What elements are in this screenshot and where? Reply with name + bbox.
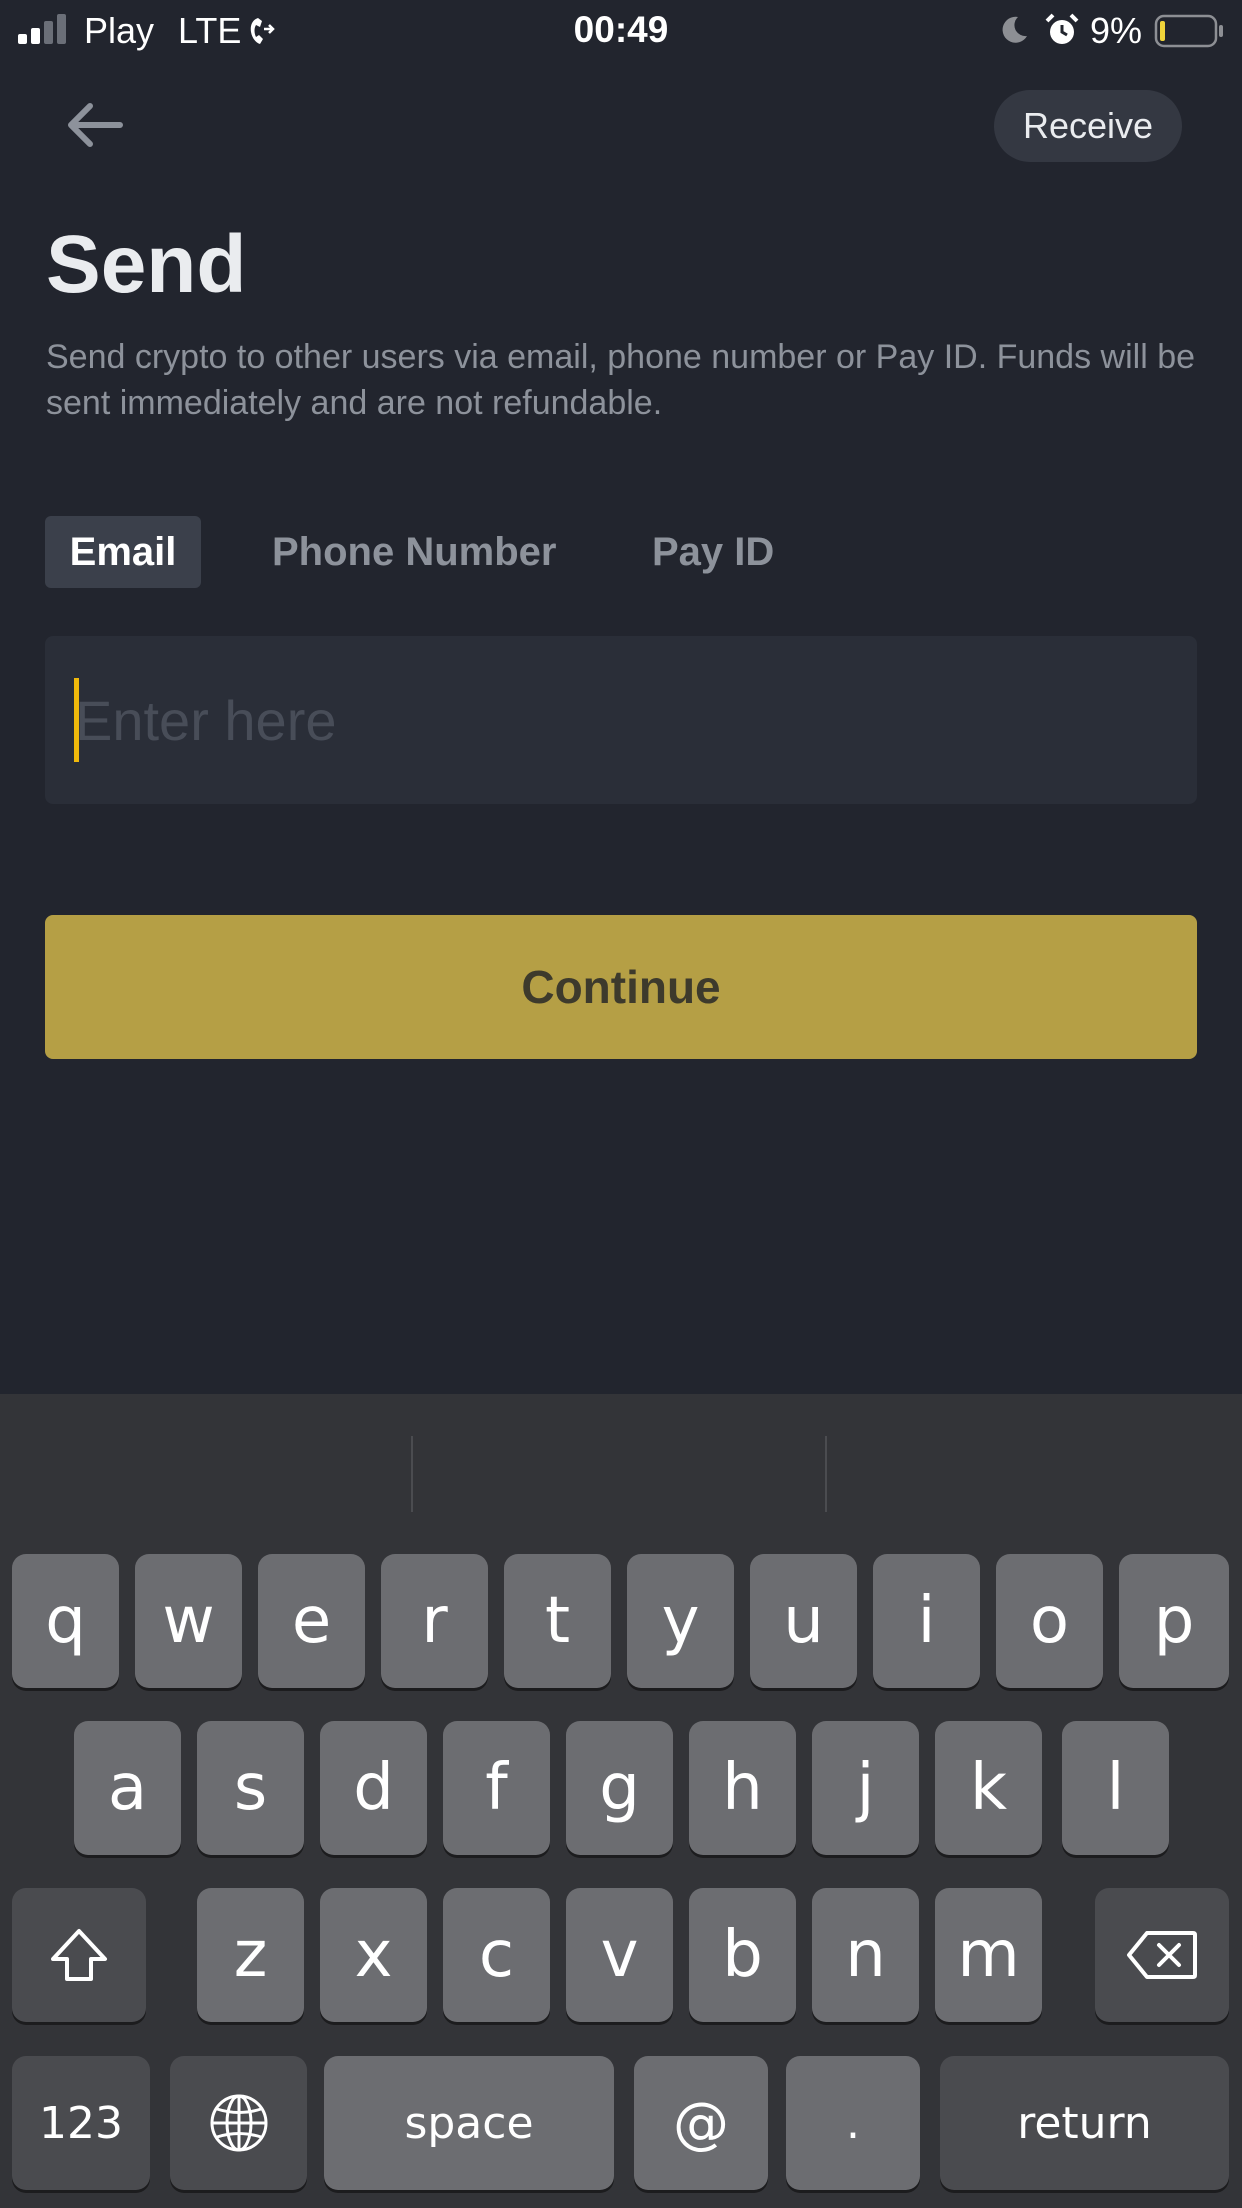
key-e[interactable]: e bbox=[258, 1554, 365, 1688]
key-z[interactable]: z bbox=[197, 1888, 304, 2022]
at-key[interactable]: @ bbox=[634, 2056, 768, 2190]
key-f[interactable]: f bbox=[443, 1721, 550, 1855]
key-y[interactable]: y bbox=[627, 1554, 734, 1688]
status-bar: Play LTE 00:49 9% bbox=[0, 0, 1242, 62]
key-c[interactable]: c bbox=[443, 1888, 550, 2022]
page-title: Send bbox=[46, 219, 247, 310]
key-w[interactable]: w bbox=[135, 1554, 242, 1688]
shift-icon bbox=[51, 1929, 107, 1981]
key-d[interactable]: d bbox=[320, 1721, 427, 1855]
battery-icon bbox=[1154, 14, 1223, 48]
email-field-container[interactable] bbox=[45, 636, 1197, 804]
key-r[interactable]: r bbox=[381, 1554, 488, 1688]
key-s[interactable]: s bbox=[197, 1721, 304, 1855]
tab-pay-id[interactable]: Pay ID bbox=[652, 516, 774, 588]
key-u[interactable]: u bbox=[750, 1554, 857, 1688]
shift-key[interactable] bbox=[12, 1888, 146, 2022]
backspace-icon bbox=[1127, 1931, 1197, 1979]
battery-percentage: 9% bbox=[1090, 10, 1143, 51]
page-description: Send crypto to other users via email, ph… bbox=[46, 338, 1196, 422]
email-field[interactable] bbox=[75, 636, 1175, 804]
tab-phone-number[interactable]: Phone Number bbox=[272, 516, 556, 588]
key-h[interactable]: h bbox=[689, 1721, 796, 1855]
continue-button[interactable]: Continue bbox=[45, 915, 1197, 1059]
key-p[interactable]: p bbox=[1119, 1554, 1229, 1688]
moon-icon bbox=[1002, 16, 1027, 43]
numbers-key[interactable]: 123 bbox=[12, 2056, 150, 2190]
suggestion-divider bbox=[825, 1436, 827, 1512]
suggestion-divider bbox=[411, 1436, 413, 1512]
key-b[interactable]: b bbox=[689, 1888, 796, 2022]
key-i[interactable]: i bbox=[873, 1554, 980, 1688]
dot-key[interactable]: . bbox=[786, 2056, 920, 2190]
key-t[interactable]: t bbox=[504, 1554, 611, 1688]
space-key[interactable]: space bbox=[324, 2056, 614, 2190]
key-n[interactable]: n bbox=[812, 1888, 919, 2022]
tab-email[interactable]: Email bbox=[45, 516, 201, 588]
key-q[interactable]: q bbox=[12, 1554, 119, 1688]
key-j[interactable]: j bbox=[812, 1721, 919, 1855]
key-k[interactable]: k bbox=[935, 1721, 1042, 1855]
keyboard: q w e r t y u i o p a s d f g h j k l z … bbox=[0, 1394, 1242, 2208]
globe-key[interactable] bbox=[170, 2056, 307, 2190]
receive-button[interactable]: Receive bbox=[994, 90, 1182, 162]
key-x[interactable]: x bbox=[320, 1888, 427, 2022]
return-key[interactable]: return bbox=[940, 2056, 1229, 2190]
key-l[interactable]: l bbox=[1062, 1721, 1169, 1855]
text-cursor bbox=[74, 678, 79, 762]
backspace-key[interactable] bbox=[1095, 1888, 1229, 2022]
key-v[interactable]: v bbox=[566, 1888, 673, 2022]
key-a[interactable]: a bbox=[74, 1721, 181, 1855]
alarm-icon bbox=[1045, 13, 1079, 44]
key-g[interactable]: g bbox=[566, 1721, 673, 1855]
arrow-left-icon[interactable] bbox=[62, 92, 128, 158]
key-m[interactable]: m bbox=[935, 1888, 1042, 2022]
key-o[interactable]: o bbox=[996, 1554, 1103, 1688]
globe-icon bbox=[210, 2094, 267, 2152]
